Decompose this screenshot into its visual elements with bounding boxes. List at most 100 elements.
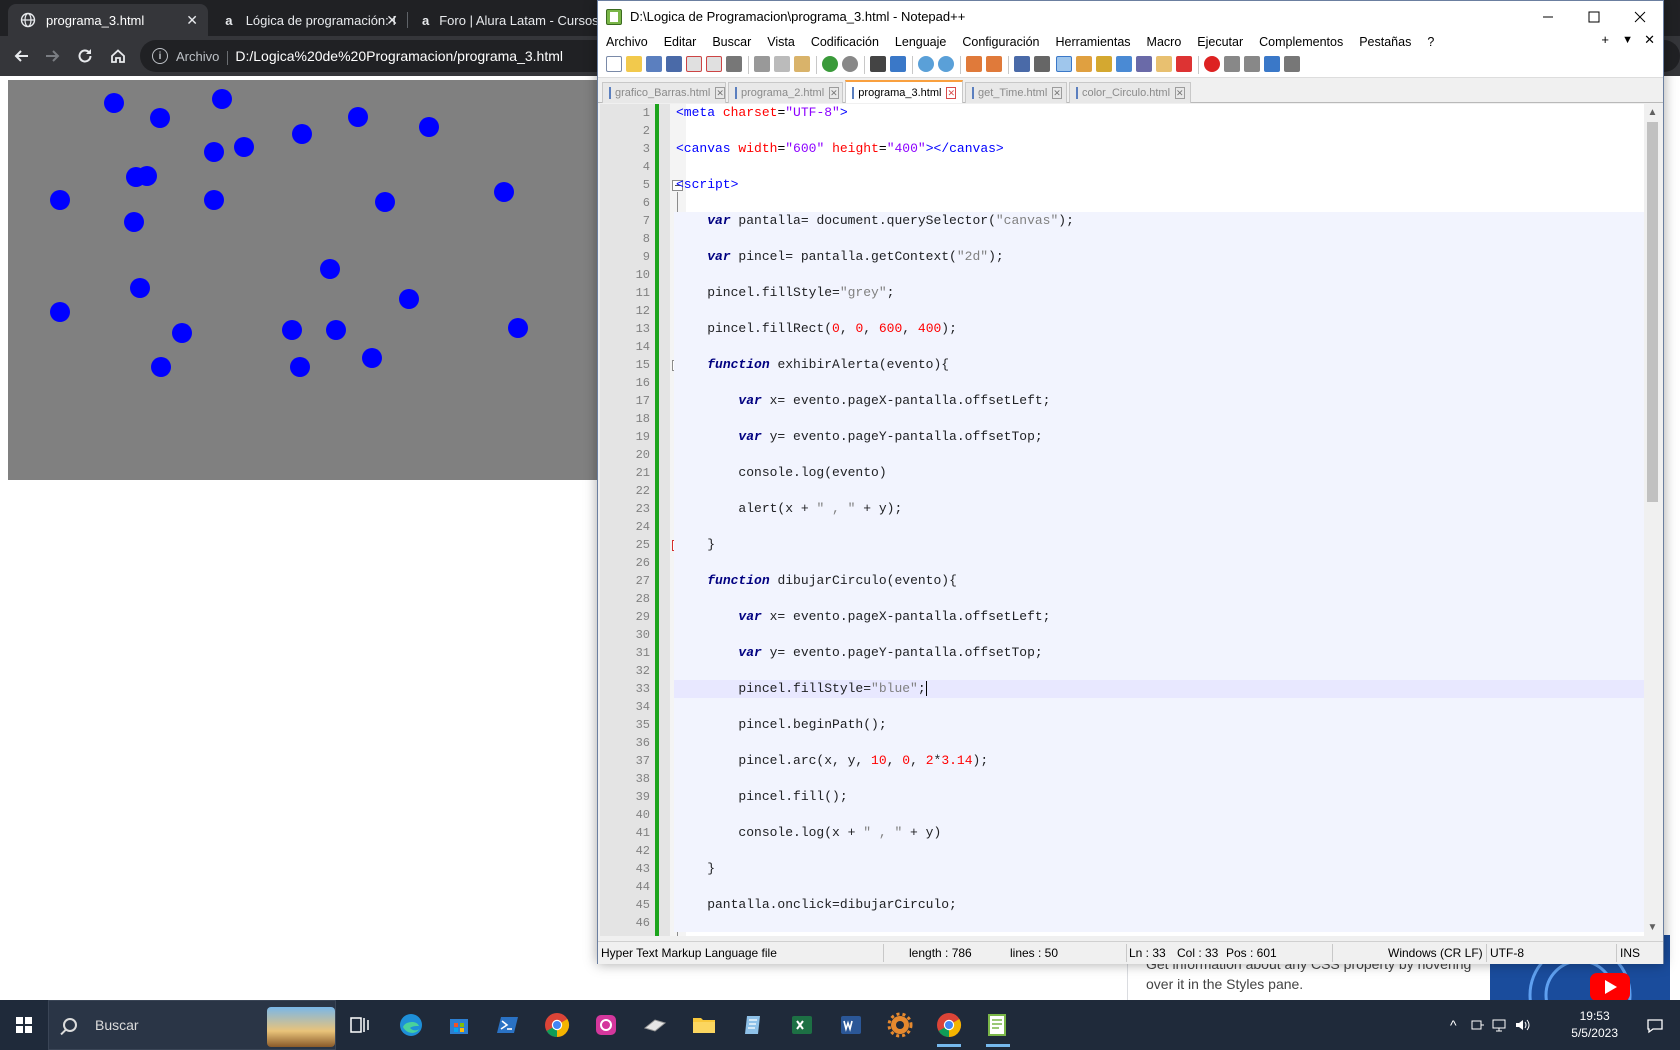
taskbar-chrome-running[interactable] [933, 1009, 965, 1047]
stop-macro-icon[interactable] [1224, 56, 1240, 72]
code-editor[interactable]: 1 <meta charset="UTF-8"> 2 3 <canvas width="… [600, 104, 1661, 936]
line-text[interactable] [674, 662, 1645, 680]
code-line[interactable]: 4 [600, 158, 1645, 176]
code-line[interactable]: 37 pincel.arc(x, y, 10, 0, 2*3.14); [600, 752, 1645, 770]
line-text[interactable] [674, 698, 1645, 716]
close-tab-icon[interactable]: ✕ [829, 87, 839, 99]
code-line[interactable]: 44 [600, 878, 1645, 896]
code-line[interactable]: 8 [600, 230, 1645, 248]
sync-vertical-icon[interactable] [966, 56, 982, 72]
close-file-icon[interactable] [686, 56, 702, 72]
line-text[interactable]: var x= evento.pageX-pantalla.offsetLeft; [674, 392, 1645, 410]
code-line[interactable]: 20 [600, 446, 1645, 464]
replace-icon[interactable] [890, 56, 906, 72]
code-line[interactable]: 33 pincel.fillStyle="blue"; [600, 680, 1645, 698]
menu-lenguaje[interactable]: Lenguaje [895, 35, 946, 49]
line-text[interactable] [674, 482, 1645, 500]
code-line[interactable]: 40 [600, 806, 1645, 824]
doc-tab-color-circulo[interactable]: color_Circulo.html ✕ [1069, 82, 1191, 103]
code-line[interactable]: 5 <script> [600, 176, 1645, 194]
line-text[interactable]: pincel.beginPath(); [674, 716, 1645, 734]
new-tab-menu-button[interactable]: + [1601, 32, 1609, 47]
code-line[interactable]: 30 [600, 626, 1645, 644]
scrollbar-thumb[interactable] [1647, 122, 1658, 502]
line-text[interactable] [674, 158, 1645, 176]
code-line[interactable]: 7 var pantalla= document.querySelector("… [600, 212, 1645, 230]
line-text[interactable] [674, 374, 1645, 392]
line-text[interactable]: var y= evento.pageY-pantalla.offsetTop; [674, 644, 1645, 662]
line-text[interactable]: function dibujarCirculo(evento){ [674, 572, 1645, 590]
task-view-button[interactable] [344, 1009, 376, 1041]
udl-icon[interactable] [1076, 56, 1092, 72]
chevron-up-icon[interactable]: ^ [1450, 1017, 1457, 1033]
line-text[interactable] [674, 554, 1645, 572]
title-bar[interactable]: D:\Logica de Programacion\programa_3.htm… [598, 1, 1663, 32]
taskbar-app-purple[interactable] [590, 1009, 622, 1041]
doc-tab-get-time[interactable]: get_Time.html ✕ [965, 82, 1067, 103]
taskbar-gear-app[interactable] [884, 1009, 916, 1041]
sync-horizontal-icon[interactable] [986, 56, 1002, 72]
doc-list-icon[interactable] [1116, 56, 1132, 72]
tab-list-button[interactable]: ▼ [1622, 34, 1633, 46]
start-button[interactable] [0, 1000, 48, 1050]
print-icon[interactable] [726, 56, 742, 72]
line-text[interactable] [674, 338, 1645, 356]
vertical-scrollbar[interactable]: ▲ ▼ [1644, 104, 1661, 936]
line-text[interactable]: var pincel= pantalla.getContext("2d"); [674, 248, 1645, 266]
taskbar-clock[interactable]: 19:53 5/5/2023 [1571, 1008, 1618, 1042]
code-line[interactable]: 12 [600, 302, 1645, 320]
line-text[interactable] [674, 770, 1645, 788]
status-encoding[interactable]: UTF-8 [1490, 946, 1524, 960]
code-line[interactable]: 25 } [600, 536, 1645, 554]
taskbar-chrome[interactable] [541, 1009, 573, 1041]
line-text[interactable]: var x= evento.pageX-pantalla.offsetLeft; [674, 608, 1645, 626]
line-text[interactable]: } [674, 860, 1645, 878]
doc-tab-programa-3[interactable]: programa_3.html ✕ [845, 80, 963, 103]
indent-guide-icon[interactable] [1056, 56, 1072, 72]
menu-ejecutar[interactable]: Ejecutar [1197, 35, 1243, 49]
code-line[interactable]: 18 [600, 410, 1645, 428]
close-tab-icon[interactable]: ✕ [186, 12, 198, 29]
code-line[interactable]: 32 [600, 662, 1645, 680]
taskbar-notes[interactable] [737, 1009, 769, 1041]
menu-codificacion[interactable]: Codificación [811, 35, 879, 49]
line-text[interactable]: <meta charset="UTF-8"> [674, 104, 1645, 122]
info-icon[interactable]: i [152, 48, 168, 64]
close-tab-icon[interactable]: ✕ [946, 86, 956, 99]
code-line[interactable]: 31 var y= evento.pageY-pantalla.offsetTo… [600, 644, 1645, 662]
line-text[interactable]: console.log(x + " , " + y) [674, 824, 1645, 842]
word-wrap-icon[interactable] [1014, 56, 1030, 72]
code-line[interactable]: 45 pantalla.onclick=dibujarCirculo; [600, 896, 1645, 914]
menu-help[interactable]: ? [1427, 35, 1434, 49]
status-eol[interactable]: Windows (CR LF) [1388, 946, 1483, 960]
line-text[interactable]: pincel.arc(x, y, 10, 0, 2*3.14); [674, 752, 1645, 770]
code-line[interactable]: 11 pincel.fillStyle="grey"; [600, 284, 1645, 302]
show-all-chars-icon[interactable] [1034, 56, 1050, 72]
line-text[interactable]: console.log(evento) [674, 464, 1645, 482]
maximize-button[interactable] [1571, 1, 1617, 32]
network-adapter-icon[interactable] [1470, 1017, 1486, 1036]
code-line[interactable]: 22 [600, 482, 1645, 500]
close-tab-icon[interactable]: ✕ [386, 12, 398, 29]
line-text[interactable]: <canvas width="600" height="400"></canva… [674, 140, 1645, 158]
code-line[interactable]: 3 <canvas width="600" height="400"></canv… [600, 140, 1645, 158]
line-text[interactable] [674, 446, 1645, 464]
browser-tab-foro[interactable]: a Foro | Alura Latam - Cursos [410, 4, 597, 36]
browser-tab-logica[interactable]: a Lógica de programación: I ✕ [210, 4, 408, 36]
close-all-icon[interactable] [706, 56, 722, 72]
youtube-play-icon[interactable] [1590, 973, 1630, 1000]
taskbar-excel[interactable] [786, 1009, 818, 1041]
menu-vista[interactable]: Vista [767, 35, 795, 49]
play-macro-icon[interactable] [1244, 56, 1260, 72]
code-line[interactable]: 39 pincel.fill(); [600, 788, 1645, 806]
menu-herramientas[interactable]: Herramientas [1056, 35, 1131, 49]
copy-icon[interactable] [774, 56, 790, 72]
code-line[interactable]: 16 [600, 374, 1645, 392]
taskbar-file-explorer[interactable] [688, 1009, 720, 1041]
close-tab-icon[interactable]: ✕ [1052, 87, 1062, 99]
code-line[interactable]: 17 var x= evento.pageX-pantalla.offsetLe… [600, 392, 1645, 410]
cut-icon[interactable] [754, 56, 770, 72]
menu-pestanas[interactable]: Pestañas [1359, 35, 1411, 49]
code-line[interactable]: 41 console.log(x + " , " + y) [600, 824, 1645, 842]
taskbar-eraser[interactable] [639, 1009, 671, 1041]
